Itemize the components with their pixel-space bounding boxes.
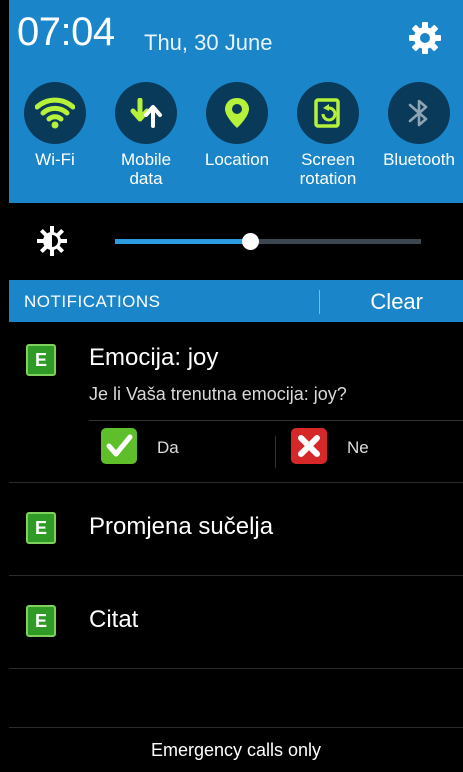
quick-settings-panel: 07:04 Thu, 30 June Wi-Fi Mobile data Loc… [9, 0, 463, 203]
header-divider [319, 290, 320, 314]
clock: 07:04 [17, 10, 115, 54]
screen-rotation-icon [314, 98, 340, 128]
brightness-row [9, 203, 463, 280]
date: Thu, 30 June [144, 30, 273, 55]
location-icon [225, 98, 249, 128]
action-divider [89, 420, 463, 421]
emergency-calls-footer: Emergency calls only [9, 727, 463, 768]
brightness-thumb[interactable] [241, 233, 259, 250]
toggle-bluetooth[interactable]: Bluetooth [373, 82, 463, 169]
clear-button[interactable]: Clear [370, 289, 423, 315]
bluetooth-icon [408, 99, 428, 127]
notification-promjena[interactable]: E Promjena sučelja [9, 483, 463, 575]
x-icon [291, 428, 327, 464]
action-separator [275, 436, 276, 468]
toggle-bluetooth-label: Bluetooth [383, 150, 455, 169]
toggle-location[interactable]: Location [191, 82, 283, 169]
notifications-title: NOTIFICATIONS [24, 292, 161, 311]
mobile-data-icon [130, 98, 162, 128]
app-badge-icon: E [26, 344, 56, 376]
notification-subtitle: Je li Vaša trenutna emocija: joy? [89, 384, 347, 404]
toggle-wifi-label: Wi-Fi [35, 150, 75, 169]
check-icon [101, 428, 137, 464]
brightness-slider[interactable] [115, 233, 421, 250]
notification-title: Emocija: joy [89, 344, 219, 371]
row-divider [9, 668, 463, 669]
notification-citat[interactable]: E Citat [9, 576, 463, 668]
toggle-mobile-data-label: Mobile data [120, 150, 172, 188]
notification-title: Promjena sučelja [89, 513, 274, 540]
notifications-header: NOTIFICATIONS Clear [9, 280, 463, 322]
notification-emocija[interactable]: E Emocija: joy Je li Vaša trenutna emoci… [9, 322, 463, 482]
brightness-fill [115, 239, 250, 244]
settings-gear-icon[interactable] [407, 20, 443, 56]
app-badge-icon: E [26, 512, 56, 544]
action-ne-label: Ne [347, 438, 369, 457]
app-badge-icon: E [26, 605, 56, 637]
toggle-mobile-data[interactable]: Mobile data [100, 82, 192, 188]
toggle-wifi[interactable]: Wi-Fi [9, 82, 101, 169]
toggle-location-label: Location [204, 150, 270, 169]
wifi-icon [35, 97, 75, 129]
toggle-screen-rotation-label: Screen rotation [299, 150, 357, 188]
quick-toggles: Wi-Fi Mobile data Location Screen rotati… [9, 82, 463, 192]
action-da-label: Da [157, 438, 179, 457]
notification-title: Citat [89, 606, 139, 633]
brightness-icon [36, 225, 68, 257]
notification-list: E Emocija: joy Je li Vaša trenutna emoci… [9, 322, 463, 727]
toggle-screen-rotation[interactable]: Screen rotation [282, 82, 374, 188]
